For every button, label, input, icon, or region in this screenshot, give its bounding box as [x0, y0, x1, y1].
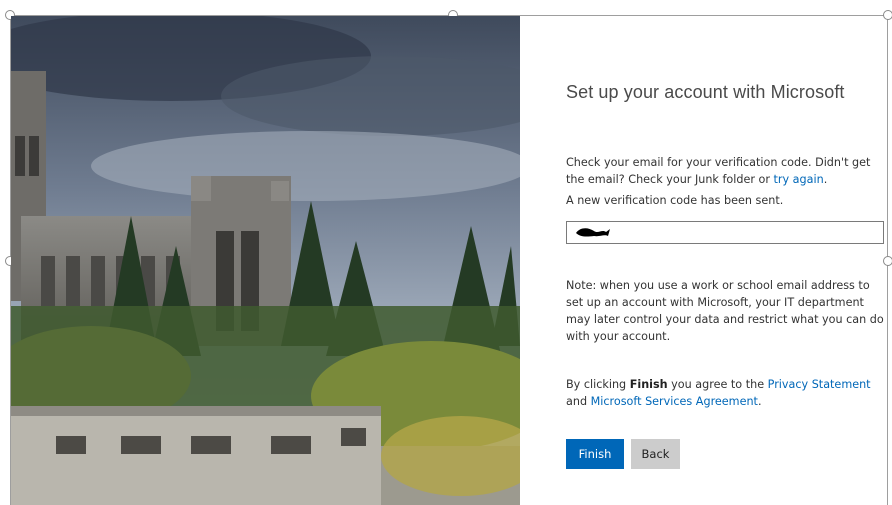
- verification-code-input[interactable]: [566, 221, 884, 244]
- verification-text-end: .: [823, 173, 828, 186]
- agreement-text: By clicking Finish you agree to the Priv…: [566, 376, 884, 410]
- verification-instructions: Check your email for your verification c…: [566, 154, 884, 188]
- back-button[interactable]: Back: [631, 439, 680, 469]
- agreement-text-mid: you agree to the: [667, 378, 768, 391]
- code-sent-notice: A new verification code has been sent.: [566, 194, 784, 207]
- work-school-note: Note: when you use a work or school emai…: [566, 279, 884, 343]
- resize-handle-top-right[interactable]: [883, 10, 892, 20]
- resize-handle-middle-right[interactable]: [883, 256, 892, 266]
- agreement-finish-emphasis: Finish: [629, 378, 668, 391]
- try-again-link[interactable]: try again: [774, 173, 824, 186]
- finish-button[interactable]: Finish: [566, 439, 624, 469]
- page-title: Set up your account with Microsoft: [566, 82, 845, 102]
- campus-photo: [11, 16, 520, 505]
- services-agreement-link[interactable]: Microsoft Services Agreement: [591, 395, 758, 408]
- agreement-text-start: By clicking: [566, 378, 630, 391]
- agreement-text-end: .: [757, 395, 762, 408]
- privacy-statement-link[interactable]: Privacy Statement: [768, 378, 871, 391]
- agreement-text-and: and: [566, 395, 591, 408]
